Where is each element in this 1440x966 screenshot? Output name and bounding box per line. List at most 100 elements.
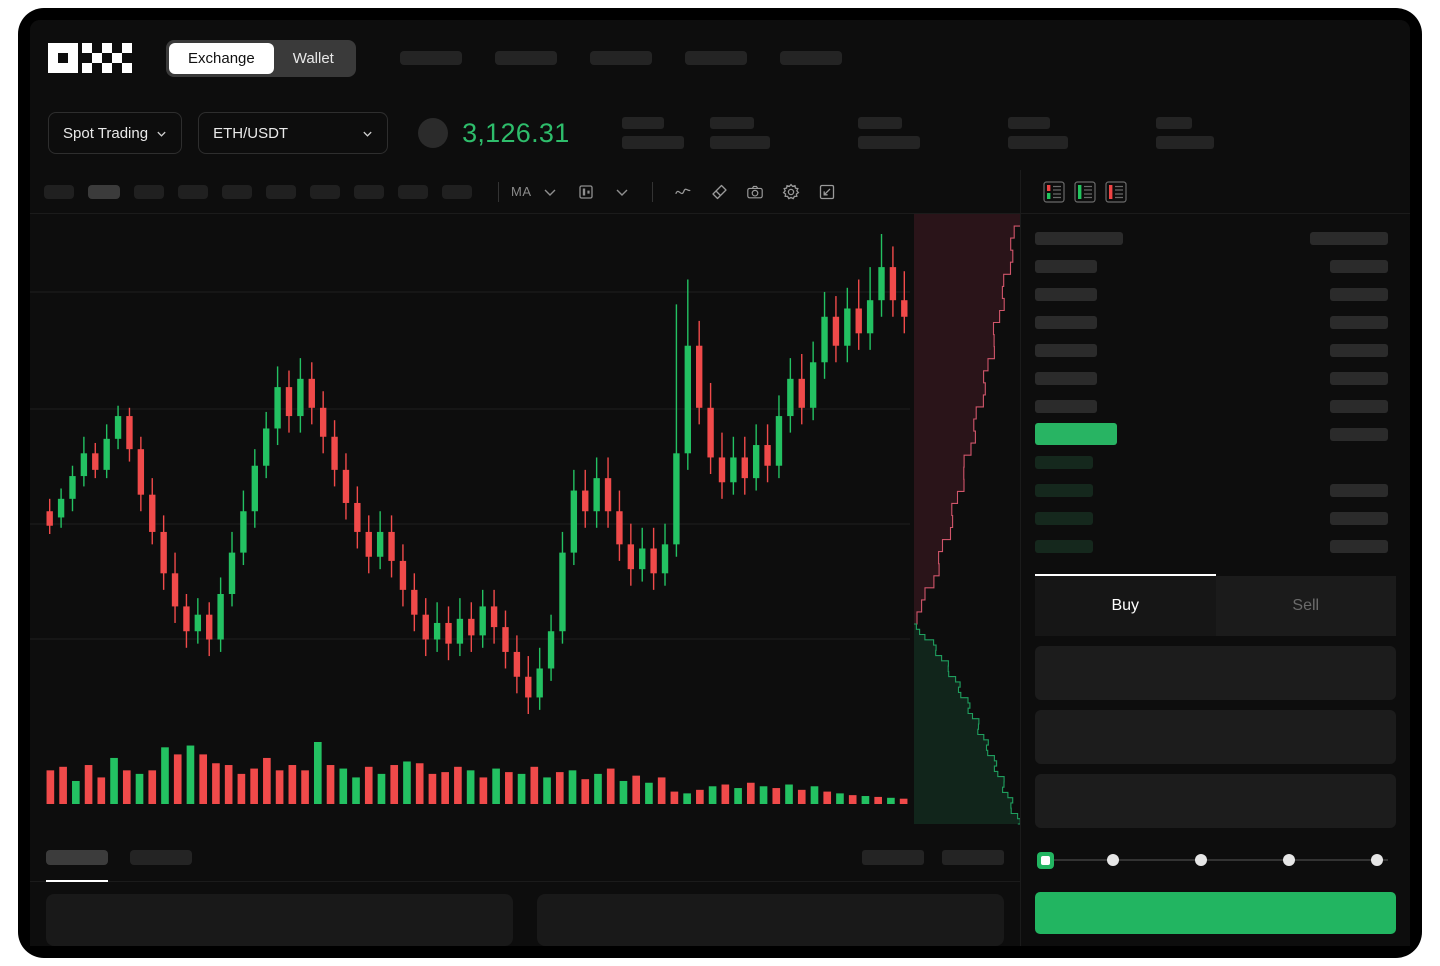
nav-links [399, 51, 842, 65]
trading-pair-label: ETH/USDT [213, 124, 289, 142]
orderbook-price-placeholder [1035, 315, 1097, 329]
orders-panels [30, 894, 1020, 946]
toolbar-divider [651, 181, 653, 202]
timeframe-button[interactable] [442, 184, 472, 199]
orderbook-header [1021, 170, 1410, 214]
timeframe-button[interactable] [310, 184, 340, 199]
timeframe-button[interactable] [222, 184, 252, 199]
market-stat [621, 117, 684, 149]
settings-gear-icon[interactable] [782, 183, 800, 201]
app-screen: Exchange Wallet Spot Trading ETH/USDT 3,… [30, 20, 1410, 946]
orderbook-asks-icon[interactable] [1105, 180, 1127, 203]
orderbook-price-placeholder [1035, 511, 1093, 525]
orderbook-size-placeholder [1330, 511, 1388, 525]
timeframe-button[interactable] [398, 184, 428, 199]
market-type-select[interactable]: Spot Trading [48, 112, 183, 154]
orderbook-highlighted-row[interactable] [1035, 420, 1388, 448]
orderbook-both-icon[interactable] [1043, 180, 1065, 203]
line-style-icon[interactable] [674, 183, 692, 201]
chevron-down-icon[interactable] [541, 183, 559, 201]
chevron-down-icon[interactable] [613, 183, 631, 201]
tab-sell[interactable]: Sell [1215, 576, 1396, 636]
price-chart[interactable] [30, 214, 1020, 834]
orderbook-size-placeholder [1330, 399, 1388, 413]
market-stat [857, 117, 920, 149]
market-stat [709, 117, 770, 149]
chart-toolbar: MA [30, 170, 1020, 214]
orderbook-bid-row[interactable] [1035, 448, 1388, 476]
timeframe-button[interactable] [354, 184, 384, 199]
orderbook-col-placeholder [1310, 231, 1388, 245]
orderbook-price-placeholder [1035, 399, 1097, 413]
nav-link-placeholder[interactable] [684, 51, 747, 65]
tab-action-placeholder[interactable] [942, 850, 1004, 865]
orders-tab-bar [30, 834, 1020, 882]
stat-label-placeholder [621, 117, 664, 129]
orderbook-bids-icon[interactable] [1074, 180, 1096, 203]
amount-percent-slider[interactable] [1035, 850, 1396, 870]
slider-marker-50[interactable] [1195, 854, 1207, 866]
slider-handle[interactable] [1037, 852, 1054, 869]
orderbook-ask-row[interactable] [1035, 336, 1388, 364]
orderbook-bid-row[interactable] [1035, 476, 1388, 504]
segment-wallet[interactable]: Wallet [274, 43, 353, 74]
orderbook-ask-row[interactable] [1035, 280, 1388, 308]
tab-buy[interactable]: Buy [1035, 574, 1216, 636]
orders-panel-placeholder [537, 894, 1004, 946]
candlestick-type-icon[interactable] [577, 183, 595, 201]
slider-marker-100[interactable] [1371, 854, 1383, 866]
stat-value-placeholder [1007, 136, 1068, 149]
eraser-icon[interactable] [710, 183, 728, 201]
orders-panel-placeholder [46, 894, 513, 946]
nav-link-placeholder[interactable] [494, 51, 557, 65]
orderbook-bid-row[interactable] [1035, 532, 1388, 560]
nav-link-placeholder[interactable] [779, 51, 842, 65]
market-stats [621, 117, 1214, 149]
slider-marker-25[interactable] [1107, 854, 1119, 866]
orderbook-ask-row[interactable] [1035, 392, 1388, 420]
market-stat [1155, 117, 1214, 149]
slider-marker-75[interactable] [1283, 854, 1295, 866]
tab-label-placeholder [130, 850, 192, 865]
orderbook-ask-row[interactable] [1035, 308, 1388, 336]
orderbook-size-placeholder [1330, 427, 1388, 441]
nav-link-placeholder[interactable] [589, 51, 652, 65]
orderbook-price-placeholder [1035, 343, 1097, 357]
camera-icon[interactable] [746, 183, 764, 201]
orderbook-size-placeholder [1330, 539, 1388, 553]
trading-pair-select[interactable]: ETH/USDT [198, 112, 389, 154]
timeframe-button[interactable] [134, 184, 164, 199]
okx-logo[interactable] [48, 43, 136, 73]
timeframe-button[interactable] [266, 184, 296, 199]
segment-exchange[interactable]: Exchange [169, 42, 274, 74]
order-field-placeholder[interactable] [1035, 774, 1396, 828]
coin-avatar [418, 118, 449, 148]
orderbook-price-placeholder [1035, 455, 1093, 469]
orderbook-ask-row[interactable] [1035, 364, 1388, 392]
orderbook-size-placeholder [1330, 371, 1388, 385]
orderbook-bid-row[interactable] [1035, 504, 1388, 532]
stat-value-placeholder [621, 136, 684, 149]
chevron-down-icon [363, 131, 372, 137]
top-navigation-bar: Exchange Wallet [30, 20, 1410, 96]
tab-label-placeholder [46, 850, 108, 865]
orders-tab-active[interactable] [46, 834, 108, 882]
nav-link-placeholder[interactable] [399, 51, 462, 65]
order-field-placeholder[interactable] [1035, 710, 1396, 764]
last-price: 3,126.31 [462, 117, 570, 148]
stat-value-placeholder [709, 136, 770, 149]
timeframe-button[interactable] [44, 184, 74, 199]
orderbook-ask-row[interactable] [1035, 252, 1388, 280]
orderbook-size-placeholder [1330, 315, 1388, 329]
timeframe-button[interactable] [178, 184, 208, 199]
tab-action-placeholder[interactable] [862, 850, 924, 865]
orders-tab[interactable] [130, 834, 192, 882]
orderbook-rows[interactable] [1021, 214, 1410, 568]
orders-tab-actions [862, 850, 1004, 865]
submit-buy-button[interactable] [1035, 892, 1396, 934]
fullscreen-icon[interactable] [818, 183, 836, 201]
exchange-wallet-switch[interactable]: Exchange Wallet [166, 39, 356, 77]
indicator-label[interactable]: MA [511, 184, 532, 199]
timeframe-button-active[interactable] [88, 184, 120, 199]
order-field-placeholder[interactable] [1035, 646, 1396, 700]
